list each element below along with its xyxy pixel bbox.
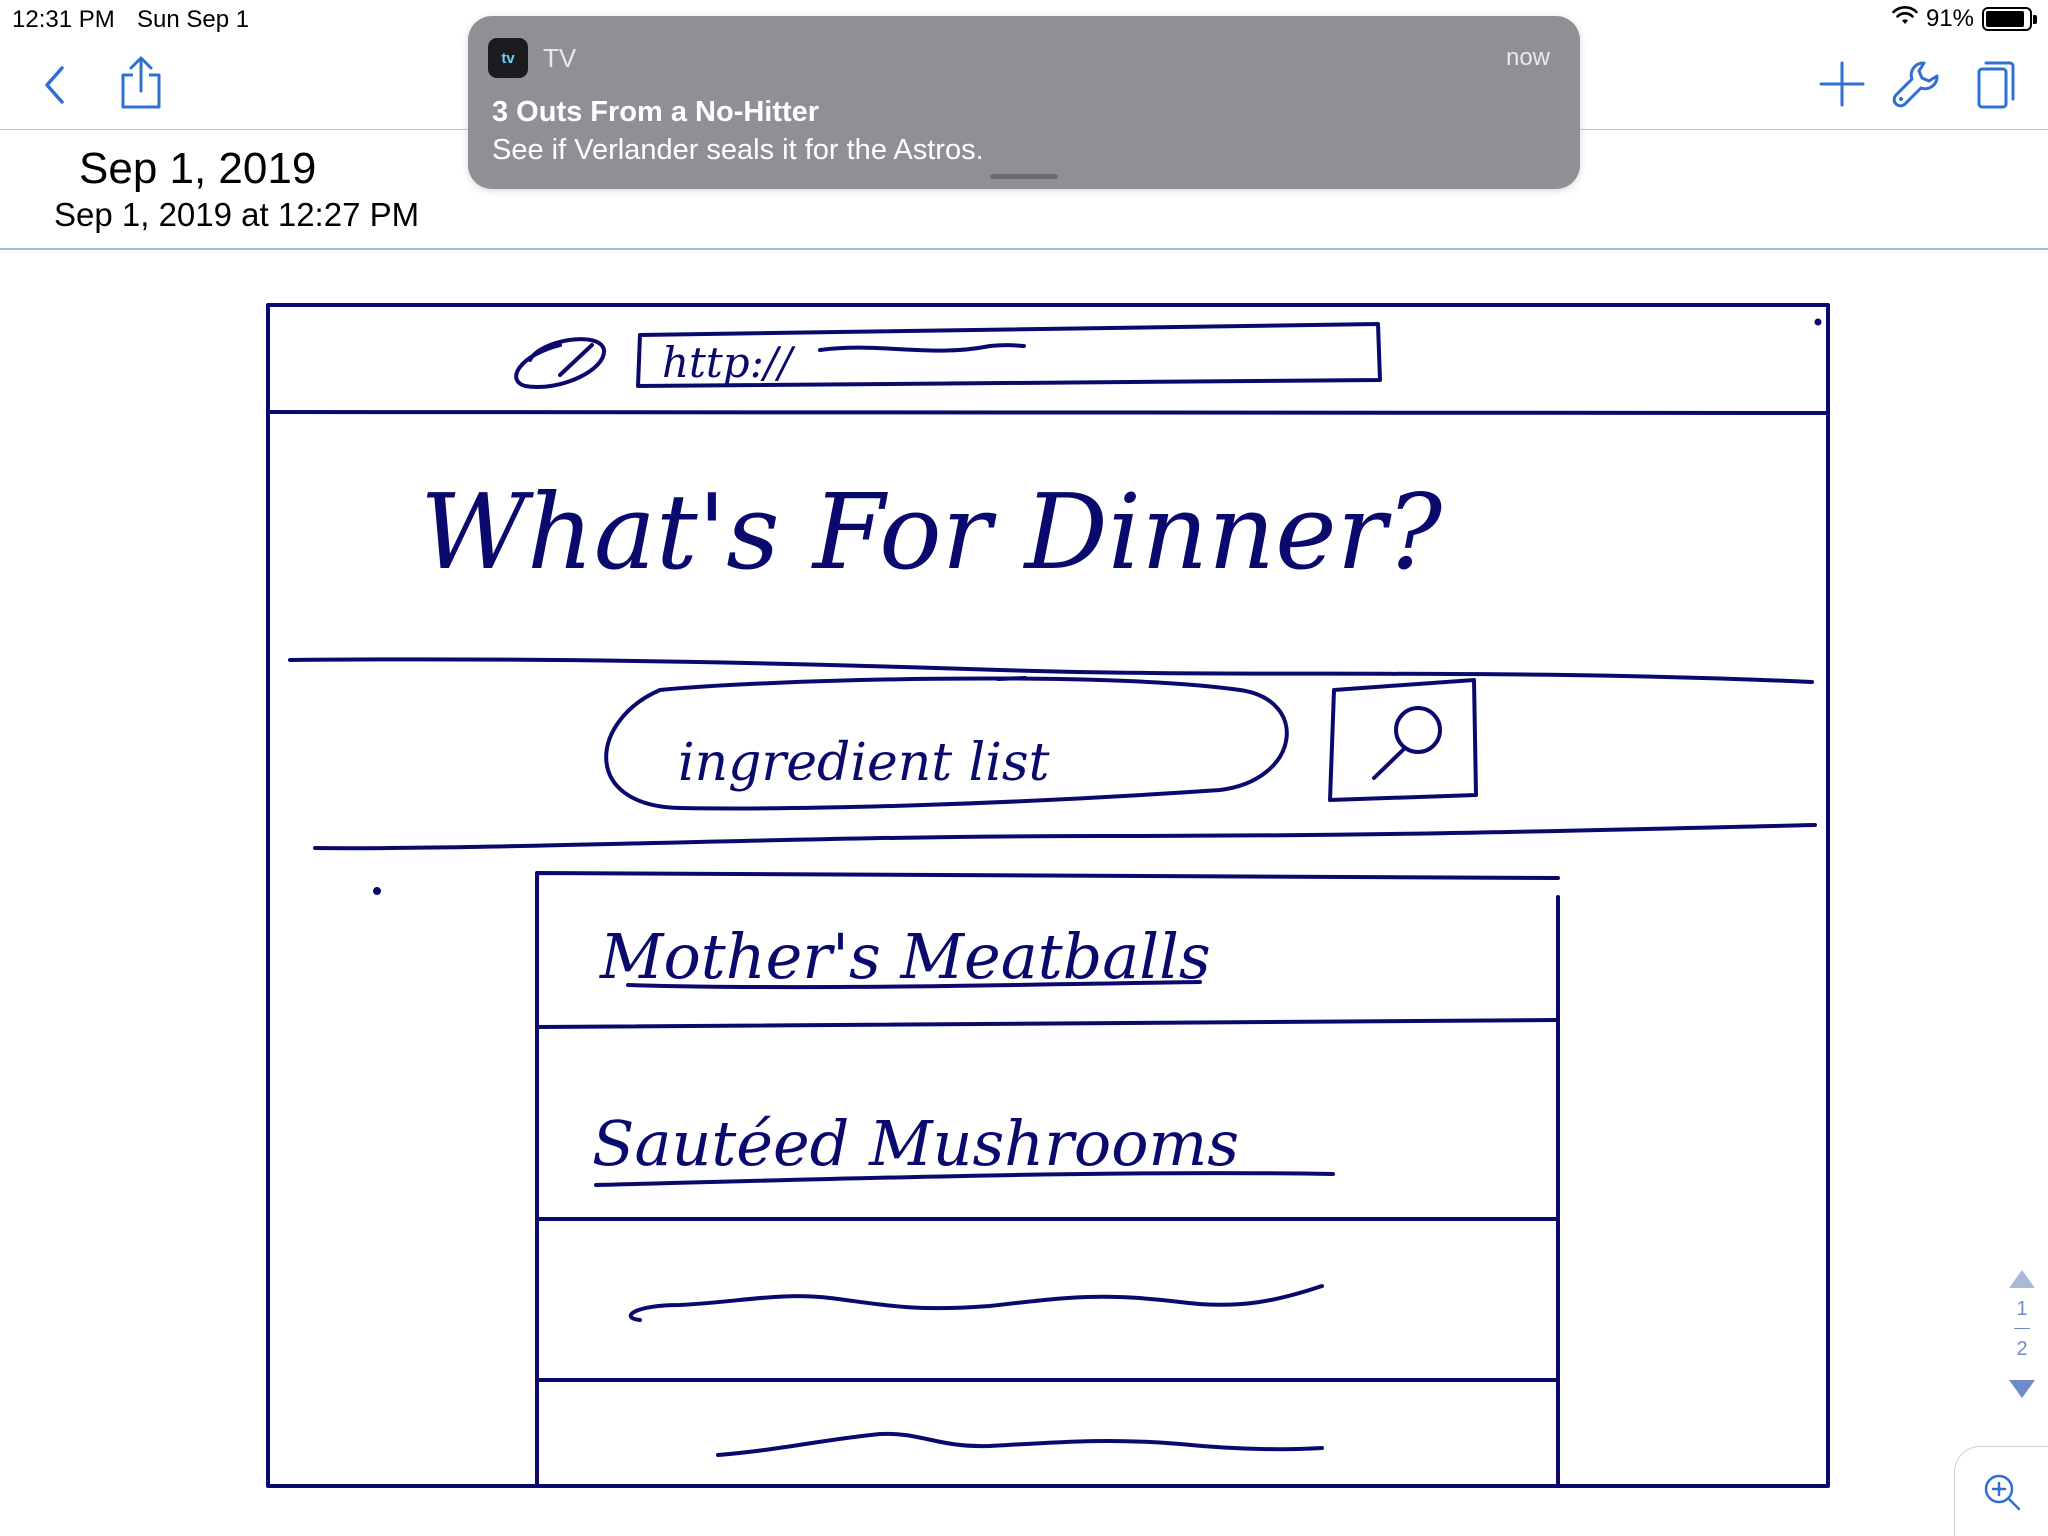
placeholder-squiggle-2	[716, 1431, 1324, 1457]
pages-button[interactable]	[1974, 58, 2018, 112]
total-pages: 2	[2016, 1338, 2028, 1360]
page-up-icon[interactable]	[2007, 1268, 2037, 1290]
url-text-sketch: http://	[662, 338, 796, 387]
status-date: Sun Sep 1	[137, 6, 250, 33]
zoom-in-icon	[1984, 1474, 2020, 1510]
page-divider	[2014, 1328, 2030, 1329]
notification-body: See if Verlander seals it for the Astros…	[492, 134, 984, 166]
browser-icon-sketch	[514, 337, 606, 389]
add-button[interactable]	[1818, 60, 1866, 108]
placeholder-squiggle-1	[628, 1284, 1324, 1322]
tv-app-icon: tv	[488, 38, 528, 78]
back-button[interactable]	[34, 62, 74, 108]
battery-percent: 91%	[1925, 5, 1974, 32]
battery-level	[1986, 11, 2025, 27]
sketch-canvas[interactable]: http:// What's For Dinner? ingredient li…	[0, 251, 2048, 1536]
share-button[interactable]	[116, 52, 166, 114]
document-timestamp: Sep 1, 2019 at 12:27 PM	[54, 196, 420, 233]
search-button-sketch	[1328, 678, 1478, 802]
wrench-icon	[1892, 61, 1939, 108]
battery-icon	[1982, 7, 2037, 31]
status-time: 12:31 PM	[12, 6, 115, 33]
wifi-icon	[1892, 5, 1918, 33]
notification-banner[interactable]: tv TV now 3 Outs From a No-Hitter See if…	[468, 16, 1580, 189]
status-indicators: 91%	[1892, 5, 2037, 33]
search-placeholder-sketch: ingredient list	[678, 733, 1050, 793]
page-indicator: 1 2	[2004, 1268, 2040, 1400]
document-title[interactable]: Sep 1, 2019	[79, 144, 316, 194]
pages-icon	[1977, 61, 2015, 109]
notification-app-name: TV	[543, 43, 577, 73]
heading-sketch: What's For Dinner?	[420, 471, 1443, 593]
page-down-icon[interactable]	[2007, 1378, 2037, 1400]
share-icon	[121, 56, 161, 109]
tools-button[interactable]	[1890, 58, 1942, 110]
notification-grabber[interactable]	[990, 174, 1058, 179]
notification-title: 3 Outs From a No-Hitter	[492, 96, 820, 128]
plus-icon	[1819, 61, 1865, 107]
result-item-2-sketch: Sautéed Mushrooms	[592, 1107, 1239, 1180]
notification-time: now	[1505, 44, 1550, 71]
current-page: 1	[2016, 1298, 2028, 1320]
zoom-button[interactable]	[1954, 1446, 2048, 1536]
back-chevron-icon	[45, 66, 64, 104]
